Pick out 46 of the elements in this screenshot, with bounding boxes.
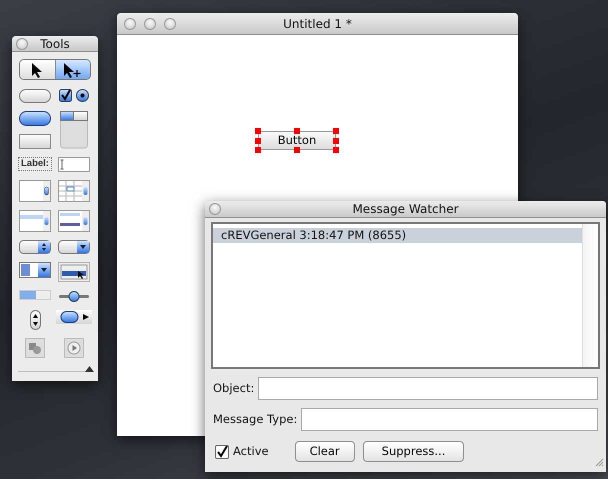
message-row[interactable]: cREVGeneral 3:18:47 PM (8655) bbox=[213, 228, 582, 243]
arrow-pointer-icon bbox=[31, 62, 44, 78]
arrow-pointer-tool[interactable] bbox=[20, 60, 54, 79]
image-tool-icon[interactable] bbox=[25, 338, 45, 358]
checkbox-label: Active bbox=[233, 442, 269, 460]
default-button-icon[interactable] bbox=[19, 111, 51, 126]
pointer-move-icon bbox=[62, 62, 83, 78]
list-field-icon[interactable] bbox=[19, 210, 51, 232]
pointer-move-tool[interactable] bbox=[54, 60, 90, 79]
list-icon[interactable] bbox=[58, 210, 90, 232]
progress-bar-icon[interactable] bbox=[19, 290, 51, 300]
object-field[interactable] bbox=[258, 377, 598, 400]
selection-handle[interactable] bbox=[294, 128, 300, 134]
window-control-button[interactable] bbox=[124, 18, 136, 30]
clear-button[interactable]: Clear bbox=[294, 441, 355, 462]
dropdown-menu-icon[interactable] bbox=[58, 240, 90, 254]
scrolling-field-icon[interactable] bbox=[19, 180, 51, 202]
window-control-button[interactable] bbox=[164, 18, 176, 30]
active-checkbox[interactable] bbox=[215, 444, 229, 458]
slider-icon[interactable] bbox=[58, 290, 90, 302]
window-title: Message Watcher bbox=[352, 202, 459, 216]
window-control-button[interactable] bbox=[16, 38, 28, 50]
label-tool[interactable]: Label: bbox=[18, 157, 52, 172]
stepper-icon[interactable] bbox=[30, 310, 40, 330]
scrollbar-icon[interactable] bbox=[56, 310, 92, 324]
popup-menu-icon[interactable] bbox=[58, 262, 90, 282]
field-label: Message Type: bbox=[213, 410, 298, 428]
window-control-button[interactable] bbox=[144, 18, 156, 30]
text-field-icon[interactable] bbox=[58, 157, 90, 172]
window-title: Untitled 1 * bbox=[283, 16, 352, 30]
suppress-button[interactable]: Suppress... bbox=[362, 441, 464, 462]
rounded-button-icon[interactable] bbox=[19, 89, 51, 103]
checkbox-icon[interactable] bbox=[59, 89, 72, 102]
combo-box-icon[interactable] bbox=[19, 262, 51, 278]
table-field-icon[interactable] bbox=[58, 180, 90, 202]
rectangle-button-icon[interactable] bbox=[19, 134, 51, 149]
window-control-button[interactable] bbox=[209, 203, 221, 215]
window-title: Tools bbox=[40, 36, 70, 50]
play-tool-icon[interactable] bbox=[64, 338, 84, 358]
selection-handle[interactable] bbox=[294, 147, 300, 153]
tab-panel-icon[interactable] bbox=[60, 111, 88, 149]
option-menu-icon[interactable] bbox=[19, 240, 51, 254]
button[interactable]: Button bbox=[258, 131, 336, 150]
message-type-field[interactable] bbox=[301, 408, 598, 431]
field-label: Object: bbox=[213, 380, 254, 397]
radio-button-icon[interactable] bbox=[76, 89, 89, 102]
